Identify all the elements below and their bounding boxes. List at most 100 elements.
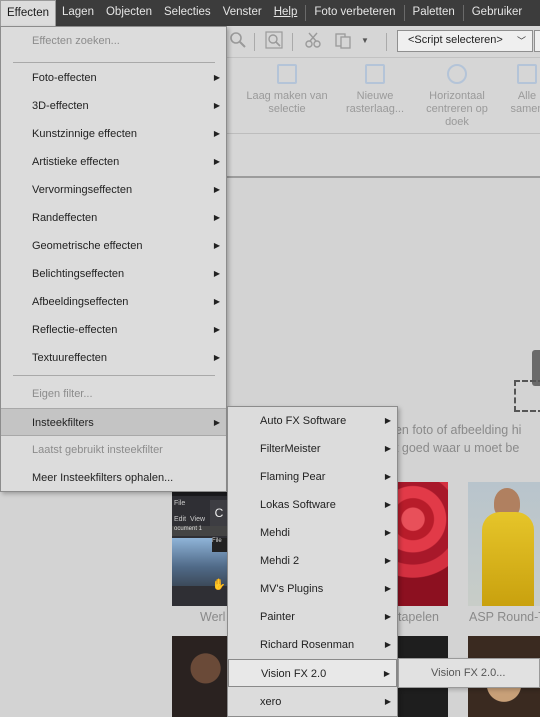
submenu-arrow-icon: ▶ <box>213 269 220 278</box>
submenu-item-lokas-software[interactable]: Lokas Software ▶ <box>228 491 397 519</box>
submenu-item-label: Vision FX 2.0... <box>431 667 506 679</box>
menu-item-eigen-filter[interactable]: Eigen filter... <box>1 380 226 408</box>
menu-item-label: Laatst gebruikt insteekfilter <box>32 444 163 456</box>
submenu-arrow-icon: ▶ <box>384 444 391 453</box>
menu-item-label: Kunstzinnige effecten <box>32 128 137 140</box>
toolbar-separator <box>254 33 255 51</box>
submenu-arrow-icon: ▶ <box>213 418 220 427</box>
submenu-arrow-icon: ▶ <box>384 697 391 706</box>
script-select[interactable]: <Script selecteren> ﹀ <box>397 30 533 52</box>
menu-venster[interactable]: Venster <box>217 0 268 26</box>
menu-separator <box>403 5 405 21</box>
menu-selecties[interactable]: Selecties <box>158 0 217 26</box>
thumbnail-werkruimte[interactable]: File Edit View ocument 1 C File ✋ <box>172 482 228 606</box>
zoom-fit-icon[interactable] <box>264 31 284 51</box>
submenu-arrow-icon: ▶ <box>383 669 390 678</box>
submenu-item-auto-fx-software[interactable]: Auto FX Software ▶ <box>228 407 397 435</box>
submenu-item-xero[interactable]: xero ▶ <box>228 688 397 716</box>
effects-menu: Effecten zoeken... Foto-effecten ▶ 3D-ef… <box>0 26 227 492</box>
merge-all-button[interactable]: Alle samen <box>506 64 540 116</box>
submenu-arrow-icon: ▶ <box>213 185 220 194</box>
menu-item-label: Reflectie-effecten <box>32 324 118 336</box>
menu-separator <box>462 5 464 21</box>
submenu-arrow-icon: ▶ <box>384 640 391 649</box>
menu-paletten[interactable]: Paletten <box>407 0 461 26</box>
submenu-arrow-icon: ▶ <box>213 129 220 138</box>
thumbnail-label-asp: ASP Round-T <box>469 610 540 624</box>
submenu-arrow-icon: ▶ <box>384 556 391 565</box>
submenu-arrow-icon: ▶ <box>384 500 391 509</box>
thumbnail-dark-1[interactable] <box>172 636 228 717</box>
submenu-item-label: Mehdi <box>260 527 290 539</box>
menu-separator <box>13 375 215 376</box>
menu-item-kunstzinnige-effecten[interactable]: Kunstzinnige effecten ▶ <box>1 120 226 148</box>
submenu-item-flaming-pear[interactable]: Flaming Pear ▶ <box>228 463 397 491</box>
create-layer-from-selection-button[interactable]: Laag maken van selectie <box>244 64 330 116</box>
menu-item-vervormingseffecten[interactable]: Vervormingseffecten ▶ <box>1 176 226 204</box>
submenu-item-filtermeister[interactable]: FilterMeister ▶ <box>228 435 397 463</box>
menu-item-label: Foto-effecten <box>32 72 97 84</box>
menu-item-reflectie-effecten[interactable]: Reflectie-effecten ▶ <box>1 316 226 344</box>
chevron-down-icon: ﹀ <box>516 36 526 46</box>
menu-item-afbeeldingseffecten[interactable]: Afbeeldingseffecten ▶ <box>1 288 226 316</box>
menu-item-3d-effecten[interactable]: 3D-effecten ▶ <box>1 92 226 120</box>
menu-separator <box>13 62 215 63</box>
submenu-item-label: Richard Rosenman <box>260 639 355 651</box>
menu-foto-verbeteren[interactable]: Foto verbeteren <box>308 0 401 26</box>
toolbar-dropdown[interactable] <box>534 30 540 52</box>
toolbar-separator <box>292 33 293 51</box>
submenu-item-label: MV's Plugins <box>260 583 324 595</box>
paste-dropdown-icon[interactable]: ▼ <box>355 31 375 51</box>
menu-item-geometrische-effecten[interactable]: Geometrische effecten ▶ <box>1 232 226 260</box>
menu-item-label: Geometrische effecten <box>32 240 143 252</box>
paste-icon[interactable] <box>333 31 353 51</box>
submenu-item-mvs-plugins[interactable]: MV's Plugins ▶ <box>228 575 397 603</box>
submenu-item-mehdi[interactable]: Mehdi ▶ <box>228 519 397 547</box>
submenu-item-painter[interactable]: Painter ▶ <box>228 603 397 631</box>
submenu-arrow-icon: ▶ <box>213 157 220 166</box>
submenu-item-mehdi-2[interactable]: Mehdi 2 ▶ <box>228 547 397 575</box>
menu-item-laatst-gebruikt-insteekfilter[interactable]: Laatst gebruikt insteekfilter <box>1 436 226 464</box>
thumbnail-flowers[interactable] <box>398 482 448 606</box>
menu-gebruiker[interactable]: Gebruiker <box>466 0 529 26</box>
menu-separator <box>305 5 307 21</box>
thumbnail-file-label: File <box>174 500 186 507</box>
menu-lagen[interactable]: Lagen <box>56 0 100 26</box>
menu-item-effecten-zoeken[interactable]: Effecten zoeken... <box>1 27 226 55</box>
raster-layer-icon <box>365 64 385 84</box>
menu-item-label: Eigen filter... <box>32 388 93 400</box>
thumbnail-label-werkruimte: Werl <box>200 610 226 624</box>
menu-item-foto-effecten[interactable]: Foto-effecten ▶ <box>1 64 226 92</box>
menu-item-randeffecten[interactable]: Randeffecten ▶ <box>1 204 226 232</box>
submenu-item-label: Auto FX Software <box>260 415 347 427</box>
center-horizontal-button[interactable]: Horizontaal centreren op doek <box>420 64 494 129</box>
center-horizontal-icon <box>447 64 467 84</box>
thumbnail-view-label: View <box>190 516 206 523</box>
menu-item-label: Vervormingseffecten <box>32 184 133 196</box>
menu-item-artistieke-effecten[interactable]: Artistieke effecten ▶ <box>1 148 226 176</box>
menu-item-textuureffecten[interactable]: Textuureffecten ▶ <box>1 344 226 372</box>
menu-item-belichtingseffecten[interactable]: Belichtingseffecten ▶ <box>1 260 226 288</box>
menu-item-meer-insteekfilters[interactable]: Meer Insteekfilters ophalen... <box>1 464 226 492</box>
menu-objecten[interactable]: Objecten <box>100 0 158 26</box>
thumbnail-portrait[interactable] <box>468 482 540 606</box>
submenu-item-richard-rosenman[interactable]: Richard Rosenman ▶ <box>228 631 397 659</box>
menu-help[interactable]: Help <box>268 0 304 26</box>
menu-item-label: Meer Insteekfilters ophalen... <box>32 472 174 484</box>
toolbar-separator <box>386 33 387 51</box>
menu-item-insteekfilters[interactable]: Insteekfilters ▶ <box>1 408 226 436</box>
menu-effecten[interactable]: Effecten <box>0 0 56 26</box>
zoom-in-icon[interactable] <box>228 31 248 51</box>
submenu-item-label: Vision FX 2.0 <box>261 668 327 680</box>
submenu-item-label: Painter <box>260 611 295 623</box>
new-raster-layer-button[interactable]: Nieuwe rasterlaag... <box>342 64 408 116</box>
cut-icon[interactable] <box>303 31 323 51</box>
submenu-arrow-icon: ▶ <box>384 528 391 537</box>
drop-target-icon <box>514 380 540 412</box>
hand-icon: ✋ <box>212 579 226 591</box>
menu-item-label: 3D-effecten <box>32 100 89 112</box>
submenu-item-label: FilterMeister <box>260 443 321 455</box>
submenu-arrow-icon: ▶ <box>384 472 391 481</box>
submenu-item-vision-fx[interactable]: Vision FX 2.0 ▶ <box>228 659 397 687</box>
submenu-item-vision-fx-2[interactable]: Vision FX 2.0... <box>399 659 539 687</box>
